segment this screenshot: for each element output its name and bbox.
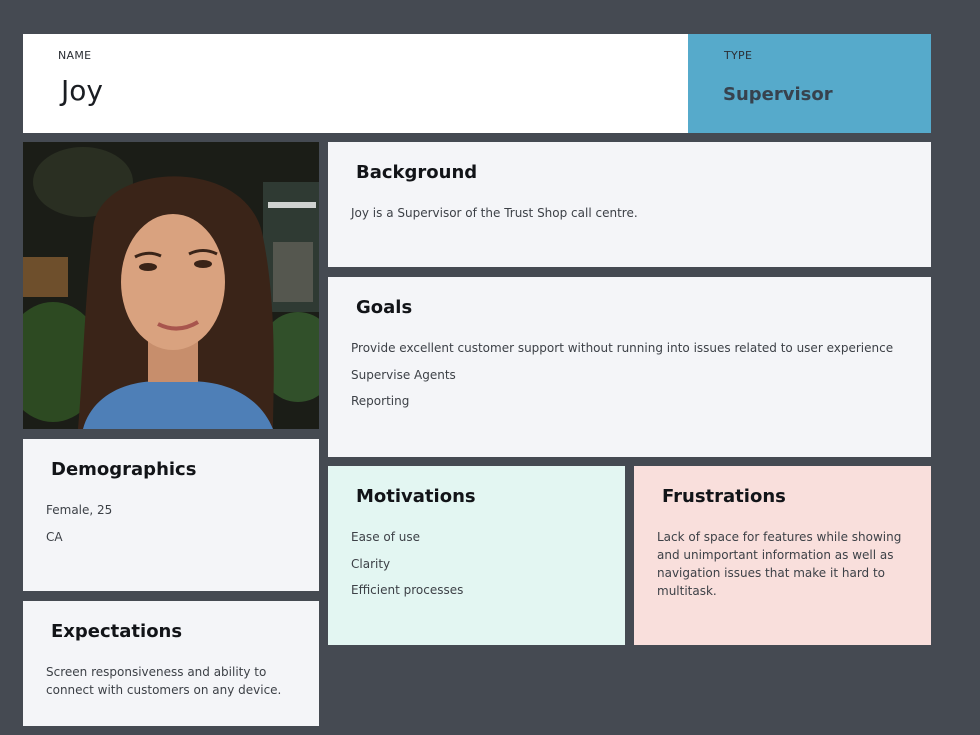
motivations-list: Ease of use Clarity Efficient processes [351,528,601,608]
list-item: Clarity [351,556,391,571]
persona-photo [23,142,319,429]
background-card: Background Joy is a Supervisor of the Tr… [328,142,931,267]
expectations-card: Expectations Screen responsiveness and a… [23,601,319,726]
persona-photo-icon [23,142,319,429]
persona-name: Joy [61,74,103,107]
persona-type: Supervisor [723,84,833,105]
expectations-title: Expectations [51,621,183,642]
frustrations-card: Frustrations Lack of space for features … [634,466,931,645]
list-item: CA [46,529,63,544]
list-item: Female, 25 [46,503,113,517]
background-text: Joy is a Supervisor of the Trust Shop ca… [351,206,638,220]
demographics-title: Demographics [51,459,197,480]
list-item: Supervise Agents [351,367,456,382]
type-card: TYPE Supervisor [688,34,931,133]
expectations-text: Screen responsiveness and ability to con… [46,665,282,697]
type-label: TYPE [724,49,753,62]
background-title: Background [356,162,478,183]
demographics-card: Demographics Female, 25 CA [23,439,319,591]
goals-card: Goals Provide excellent customer support… [328,277,931,457]
name-card: NAME Joy [23,34,688,133]
name-label: NAME [58,49,92,62]
motivations-title: Motivations [356,486,476,507]
list-item: Provide excellent customer support witho… [351,341,894,355]
motivations-card: Motivations Ease of use Clarity Efficien… [328,466,625,645]
goals-list: Provide excellent customer support witho… [351,339,921,419]
list-item: Efficient processes [351,583,464,597]
list-item: Ease of use [351,530,421,544]
frustrations-title: Frustrations [662,486,786,507]
goals-title: Goals [356,297,413,318]
list-item: Reporting [351,394,410,408]
demographics-list: Female, 25 CA [46,501,296,554]
frustrations-text: Lack of space for features while showing… [657,530,902,598]
